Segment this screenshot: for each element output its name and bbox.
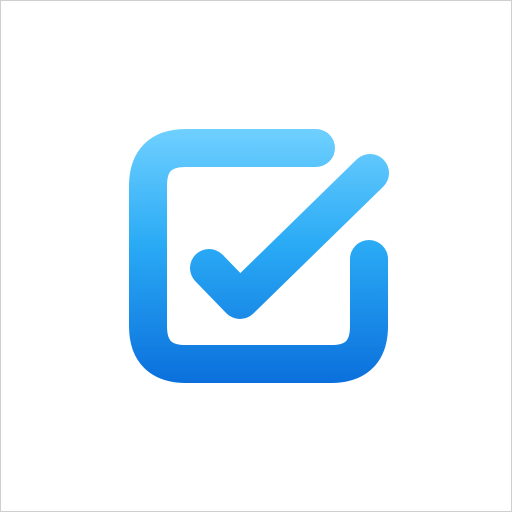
checkbox-checked-icon — [129, 129, 389, 383]
app-icon — [1, 1, 511, 511]
app-icon-canvas — [0, 0, 512, 512]
check-mark — [190, 154, 389, 319]
